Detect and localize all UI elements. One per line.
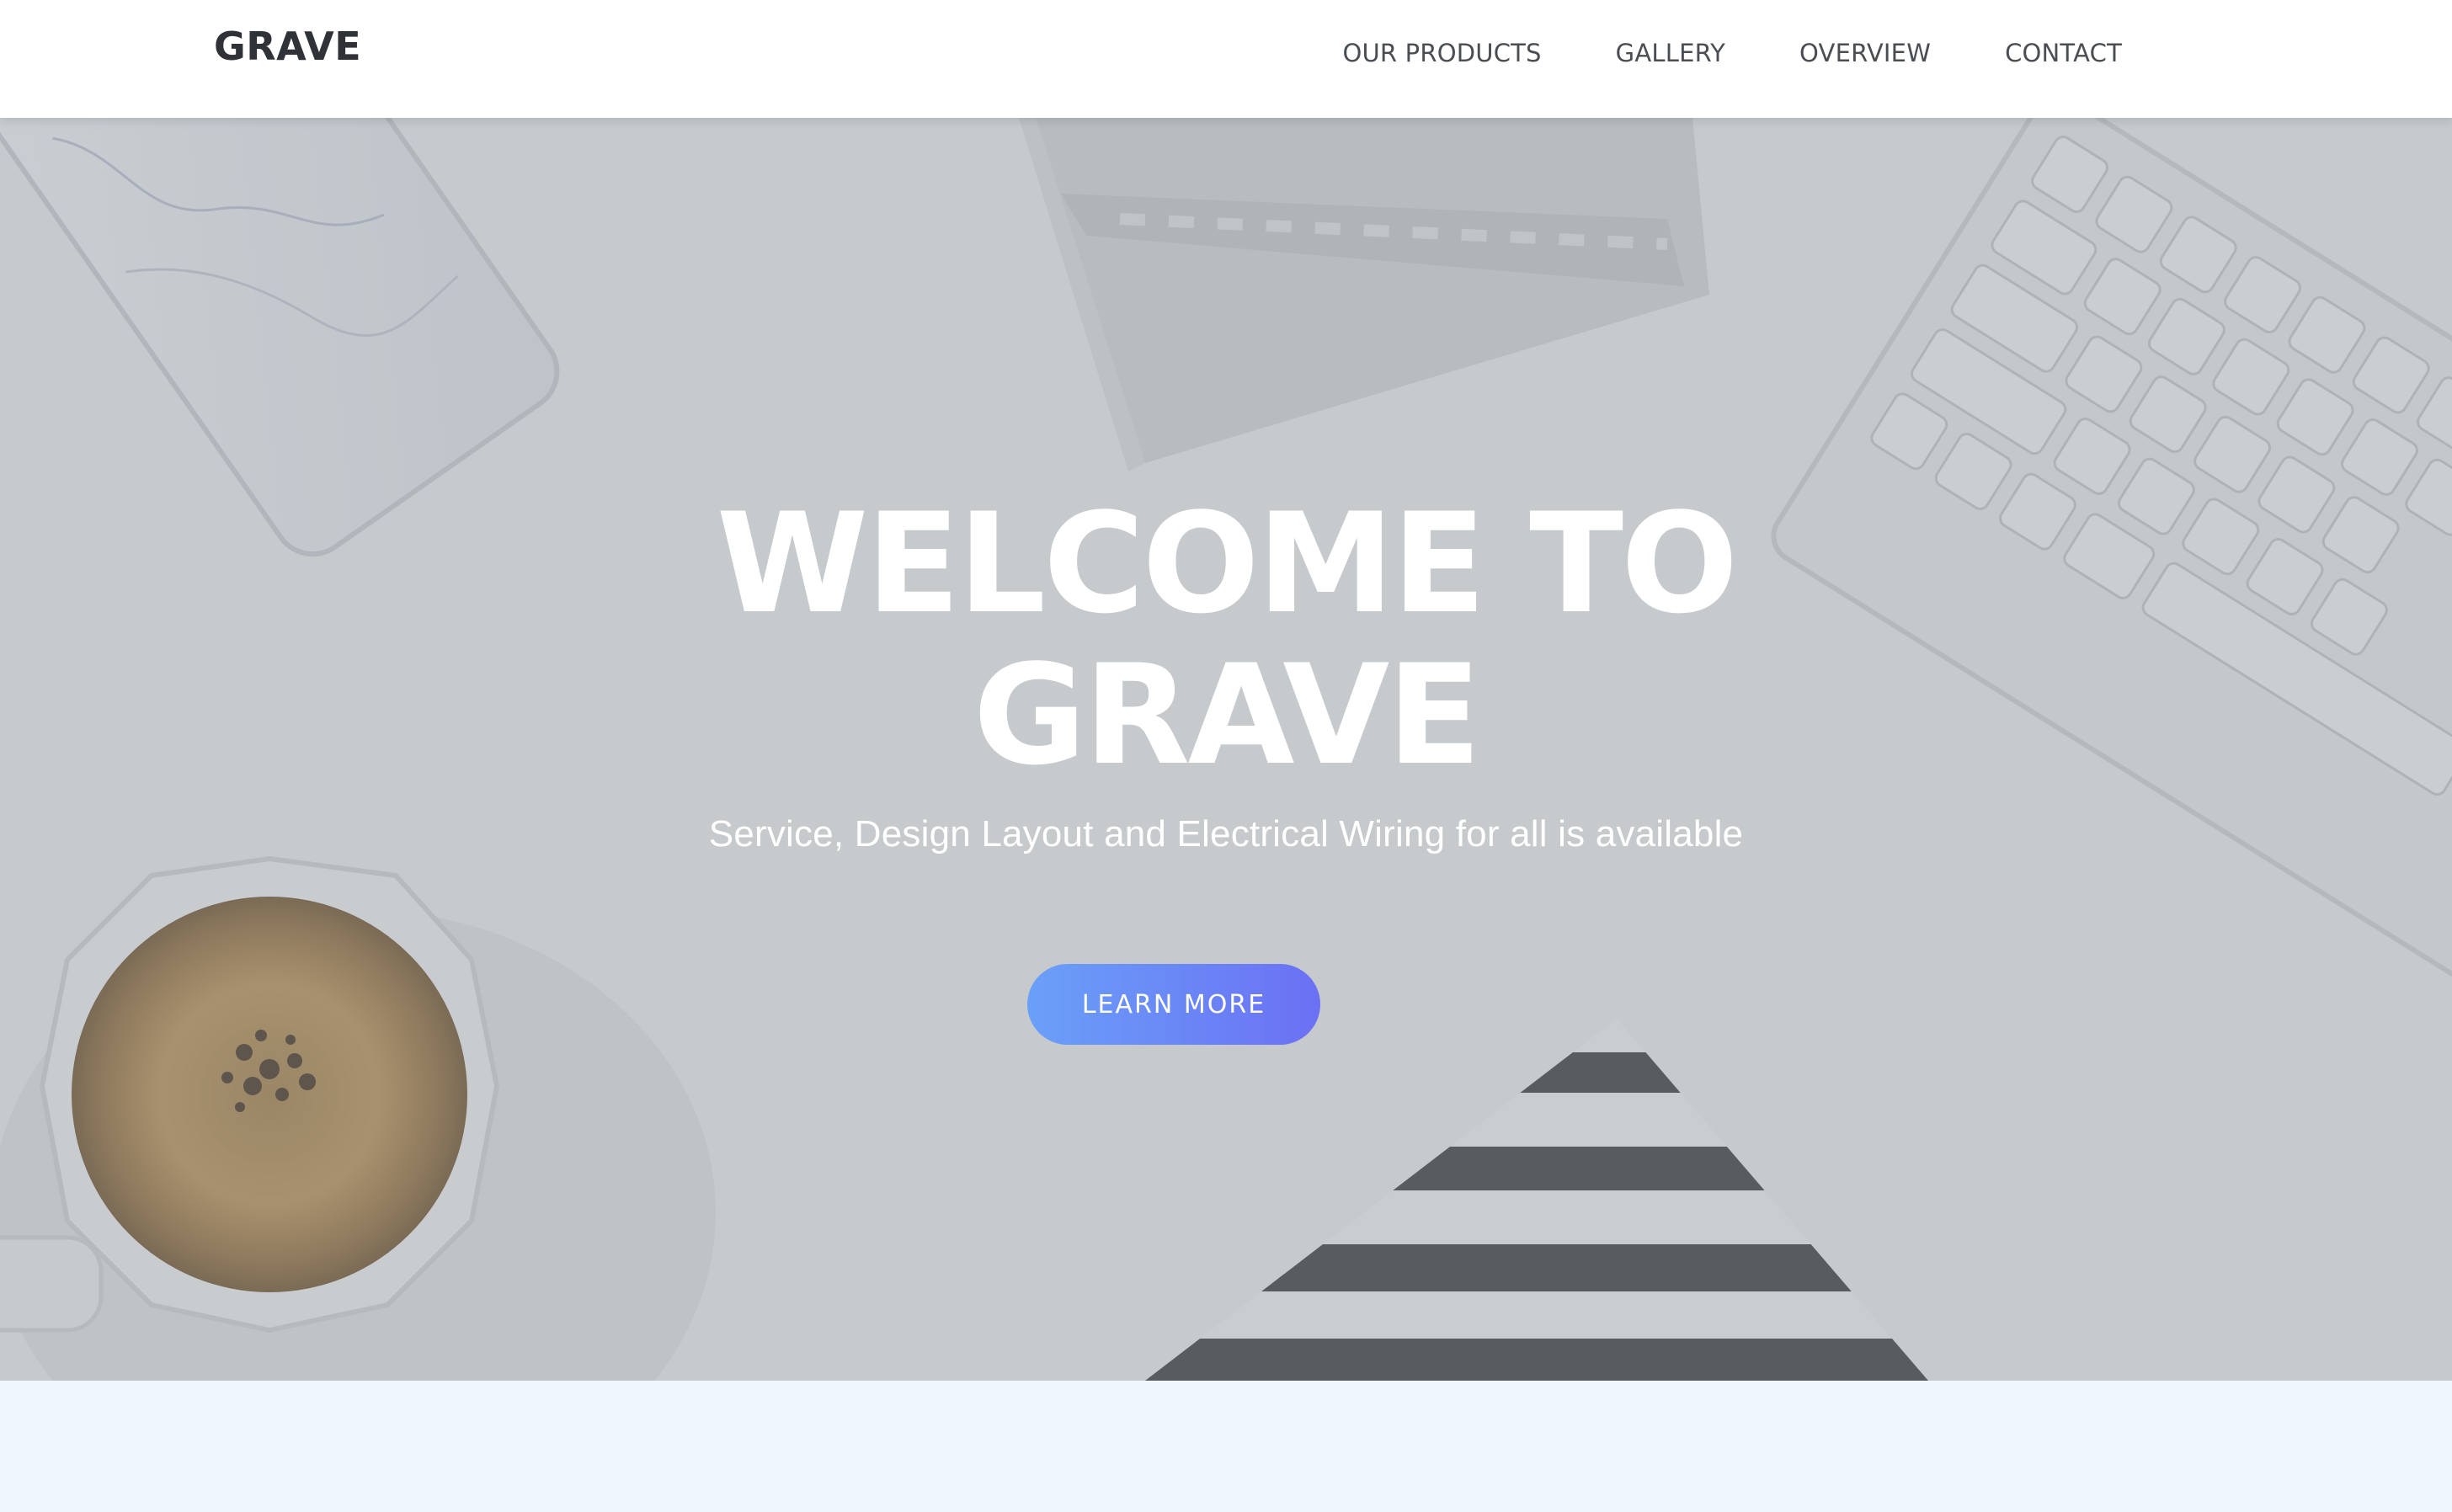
- brand-logo[interactable]: GRAVE: [214, 24, 361, 69]
- hero-subtitle: Service, Design Layout and Electrical Wi…: [708, 813, 1744, 854]
- nav-link-contact[interactable]: CONTACT: [2005, 39, 2122, 67]
- nav-item-contact: CONTACT: [2005, 39, 2122, 67]
- hero-title: WELCOME TO GRAVE: [0, 488, 2452, 791]
- nav-links: OUR PRODUCTS GALLERY OVERVIEW CONTACT: [1268, 0, 2122, 106]
- nav-link-our-products[interactable]: OUR PRODUCTS: [1342, 39, 1541, 67]
- learn-more-button[interactable]: LEARN MORE: [1027, 964, 1320, 1045]
- nav-link-overview[interactable]: OVERVIEW: [1799, 39, 1931, 67]
- hero-section: WELCOME TO GRAVE Service, Design Layout …: [0, 118, 2452, 1381]
- nav-item-overview: OVERVIEW: [1799, 39, 1931, 67]
- nav-link-gallery[interactable]: GALLERY: [1616, 39, 1725, 67]
- top-navbar: GRAVE OUR PRODUCTS GALLERY OVERVIEW CONT…: [0, 0, 2452, 118]
- landing-page: GRAVE OUR PRODUCTS GALLERY OVERVIEW CONT…: [0, 0, 2452, 1512]
- nav-item-gallery: GALLERY: [1616, 39, 1725, 67]
- hero-title-line-1: WELCOME TO: [716, 483, 1739, 644]
- hero-content: WELCOME TO GRAVE Service, Design Layout …: [0, 118, 2452, 1381]
- nav-item-our-products: OUR PRODUCTS: [1342, 39, 1541, 67]
- next-section: [0, 1381, 2452, 1512]
- hero-title-line-2: GRAVE: [973, 635, 1482, 796]
